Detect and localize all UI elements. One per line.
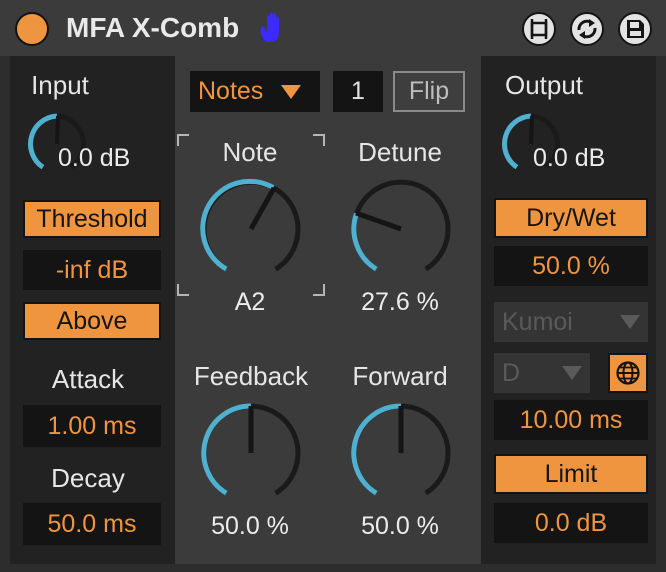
- globe-icon: [616, 361, 640, 385]
- forward-value: 50.0 %: [361, 512, 439, 540]
- decay-value[interactable]: 50.0 ms: [23, 503, 161, 545]
- detune-label: Detune: [358, 137, 442, 167]
- note-value: A2: [234, 288, 266, 316]
- input-gain-value: 0.0 dB: [58, 144, 131, 172]
- detune-knob[interactable]: [346, 174, 456, 284]
- note-label: Note: [222, 137, 278, 167]
- threshold-button[interactable]: Threshold: [23, 200, 161, 238]
- save-icon: [627, 20, 644, 38]
- output-gain-value: 0.0 dB: [533, 144, 606, 172]
- output-label: Output: [504, 70, 584, 100]
- swap-arrows-icon: [577, 19, 597, 39]
- forward-label: Forward: [352, 361, 448, 391]
- flip-button[interactable]: Flip: [393, 71, 465, 112]
- limit-button[interactable]: Limit: [494, 454, 648, 494]
- hand-icon[interactable]: [258, 11, 288, 45]
- voice-count-field[interactable]: 1: [333, 71, 383, 112]
- device-power-toggle[interactable]: [15, 12, 49, 46]
- key-select-label: D: [502, 358, 521, 387]
- dry-wet-value[interactable]: 50.0 %: [494, 246, 648, 286]
- global-tuning-button[interactable]: [608, 353, 648, 393]
- forward-knob[interactable]: [346, 398, 456, 508]
- save-preset-button[interactable]: [618, 12, 652, 46]
- feedback-value: 50.0 %: [211, 512, 289, 540]
- frame-icon: [530, 19, 548, 39]
- notes-mode-select-label: Notes: [198, 77, 264, 105]
- feedback-knob[interactable]: [196, 398, 306, 508]
- macro-map-button[interactable]: [522, 12, 556, 46]
- chevron-down-icon: [562, 366, 582, 380]
- detune-value: 27.6 %: [361, 288, 439, 316]
- above-mode-button[interactable]: Above: [23, 302, 161, 340]
- chevron-down-icon: [281, 84, 302, 99]
- note-knob[interactable]: [196, 174, 306, 284]
- limit-value[interactable]: 0.0 dB: [494, 503, 648, 543]
- attack-label: Attack: [51, 364, 125, 394]
- chevron-down-icon: [620, 315, 640, 329]
- time-value[interactable]: 10.00 ms: [494, 400, 648, 440]
- device-panel: MFA X-Comb Input 0.0 dB Threshold -inf d…: [0, 0, 666, 572]
- notes-mode-select[interactable]: Notes: [190, 71, 320, 112]
- decay-label: Decay: [51, 463, 125, 493]
- attack-value[interactable]: 1.00 ms: [23, 405, 161, 447]
- input-label: Input: [31, 70, 89, 100]
- device-title: MFA X-Comb: [66, 12, 240, 43]
- dry-wet-button[interactable]: Dry/Wet: [494, 198, 648, 238]
- scale-select-label: Kumoi: [502, 307, 573, 336]
- feedback-label: Feedback: [193, 361, 309, 391]
- hot-swap-button[interactable]: [570, 12, 604, 46]
- threshold-value[interactable]: -inf dB: [23, 250, 161, 290]
- scale-select[interactable]: Kumoi: [494, 302, 648, 342]
- key-select[interactable]: D: [494, 353, 590, 393]
